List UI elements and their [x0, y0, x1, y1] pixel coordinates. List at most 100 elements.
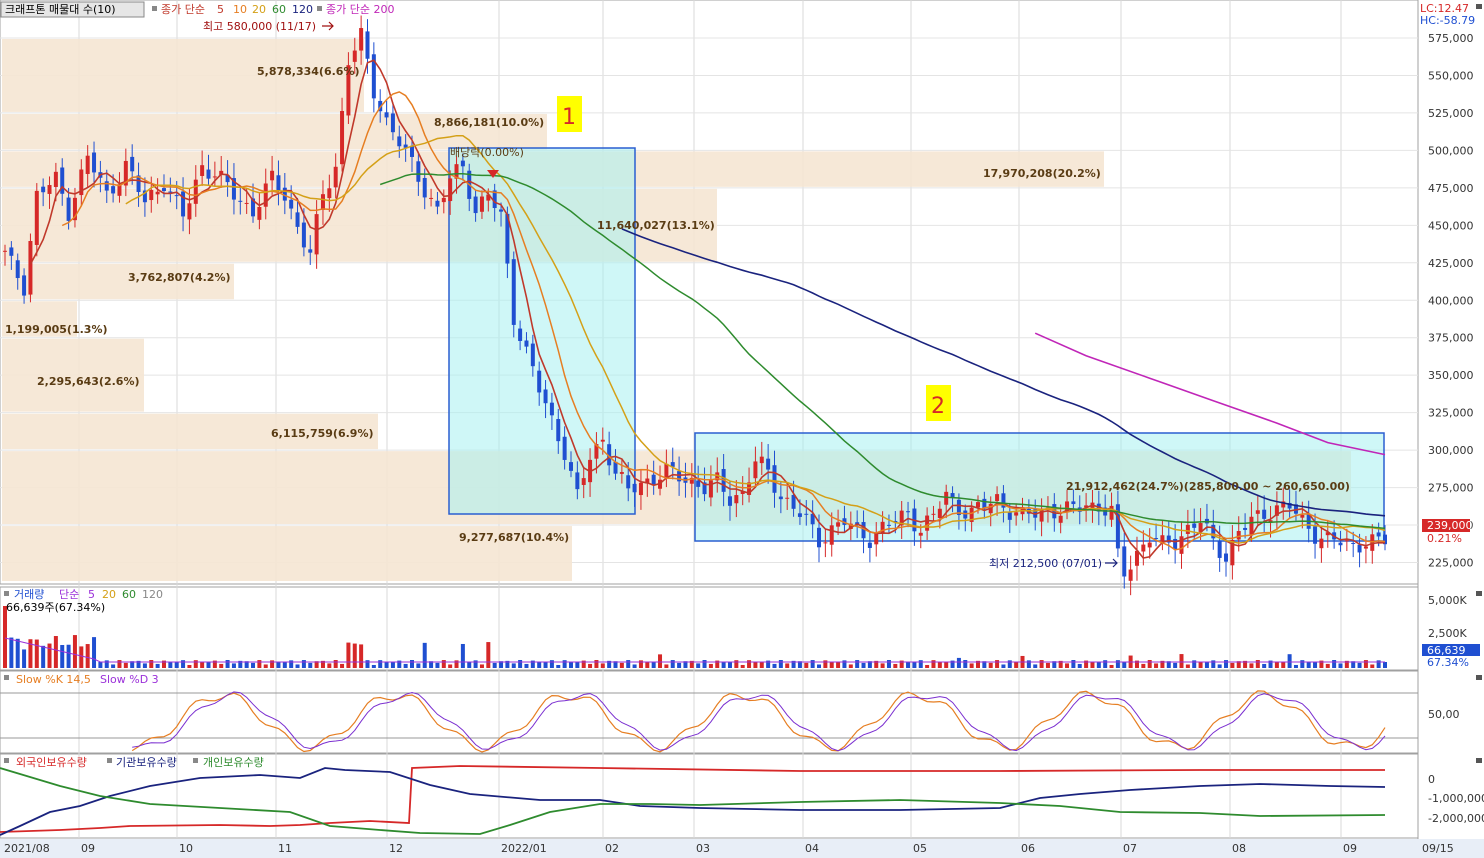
candle-body [15, 260, 20, 279]
panel-menu-icon[interactable] [1476, 4, 1482, 9]
candle-body [92, 152, 97, 173]
stock-chart[interactable]: 5,878,334(6.6%) 8,866,181(10.0%) 17,970,20… [0, 0, 1484, 858]
stoch-y-tick: 50,00 [1428, 708, 1460, 721]
candle-body [130, 156, 135, 172]
candle-body [1262, 509, 1267, 519]
candle-body [181, 191, 186, 217]
candle-body [238, 200, 243, 202]
volume-bar [486, 642, 491, 668]
volume-bar [658, 654, 663, 668]
candle-body [906, 511, 911, 513]
candle-body [1243, 527, 1248, 530]
candle-body [543, 389, 548, 404]
volume-bar [740, 664, 745, 668]
x-tick-label: 05 [913, 842, 927, 855]
volume-bar [956, 657, 961, 668]
volume-bar [1262, 663, 1267, 668]
volume-bar [92, 637, 97, 668]
volume-bar [880, 663, 885, 668]
volume-bar [340, 663, 345, 668]
vol-ma-20: 20 [102, 588, 116, 601]
candle-body [314, 214, 319, 255]
volume-bar [1071, 660, 1076, 668]
volume-profile-label: 17,970,208(20.2%) [983, 167, 1101, 180]
candle-body [9, 247, 14, 256]
panel-menu-icon[interactable] [1476, 675, 1482, 680]
candle-body [753, 461, 758, 479]
candle-body [359, 28, 364, 51]
candle-body [562, 436, 567, 460]
main-ma-label: 종가 단순 [161, 3, 205, 16]
volume-bar [906, 661, 911, 668]
volume-bar [79, 646, 84, 668]
volume-bar [721, 661, 726, 668]
candle-body [422, 177, 427, 198]
volume-bar [619, 662, 624, 668]
candle-body [1173, 538, 1178, 550]
candle-body [772, 465, 777, 493]
candle-body [244, 202, 249, 204]
volume-bar [1147, 660, 1152, 668]
square-icon [4, 591, 9, 596]
volume-bar [810, 660, 815, 668]
volume-bar [390, 661, 395, 668]
volume-bar [918, 660, 923, 668]
candle-body [460, 160, 465, 167]
ma-120-label: 120 [292, 3, 313, 16]
volume-profile-label: 6,115,759(6.9%) [271, 427, 374, 440]
volume-bar [817, 664, 822, 668]
volume-bar [511, 663, 516, 668]
volume-bar [1300, 660, 1305, 668]
price-tag: 239,000 [1427, 519, 1473, 532]
candle-body [1255, 510, 1260, 514]
candle-body [3, 250, 7, 252]
candle-body [441, 197, 446, 203]
candle-body [626, 475, 631, 489]
volume-bar [1363, 660, 1368, 668]
square-icon [4, 675, 9, 680]
square-icon [152, 6, 157, 11]
candle-body [950, 493, 955, 498]
volume-title: 거래량 [14, 588, 44, 601]
volume-bar [492, 662, 497, 668]
candle-body [524, 340, 529, 347]
candle-body [638, 482, 643, 496]
volume-bar [270, 660, 275, 668]
x-axis-strip [0, 839, 1484, 858]
volume-bar [1014, 661, 1019, 668]
candle-body [963, 510, 968, 519]
volume-bar [1357, 662, 1362, 668]
panel-menu-icon[interactable] [1476, 591, 1482, 596]
candle-body [289, 199, 294, 209]
candle-body [352, 50, 357, 62]
x-tick-label: 09 [1343, 842, 1357, 855]
volume-y-tick: 5,000K [1428, 594, 1467, 607]
volume-bar [15, 638, 20, 668]
volume-bar [727, 662, 732, 668]
volume-bar [187, 664, 192, 668]
volume-profile-label: 11,640,027(13.1%) [597, 219, 715, 232]
volume-bar [479, 664, 484, 668]
volume-ma-label: 단순 [59, 588, 79, 601]
candle-body [1217, 540, 1222, 558]
y-tick-label: 300,000 [1428, 444, 1474, 457]
x-tick-label: 11 [278, 842, 292, 855]
volume-bar [804, 662, 809, 668]
candle-body [817, 527, 822, 548]
volume-bar [1185, 664, 1190, 668]
volume-bar [772, 663, 777, 668]
volume-bar [912, 662, 917, 668]
volume-bar [524, 663, 529, 668]
volume-bar [594, 660, 599, 668]
volume-bar [3, 606, 7, 668]
volume-bar [626, 660, 631, 668]
candle-body [85, 155, 90, 174]
candle-body [931, 513, 936, 515]
volume-bar [467, 661, 472, 668]
panel-menu-icon[interactable] [1476, 758, 1482, 763]
candle-body [1192, 523, 1197, 528]
volume-bar [1224, 660, 1229, 668]
candle-body [1376, 532, 1381, 537]
volume-bar [1039, 660, 1044, 668]
y-tick-label: 225,000 [1428, 557, 1474, 570]
